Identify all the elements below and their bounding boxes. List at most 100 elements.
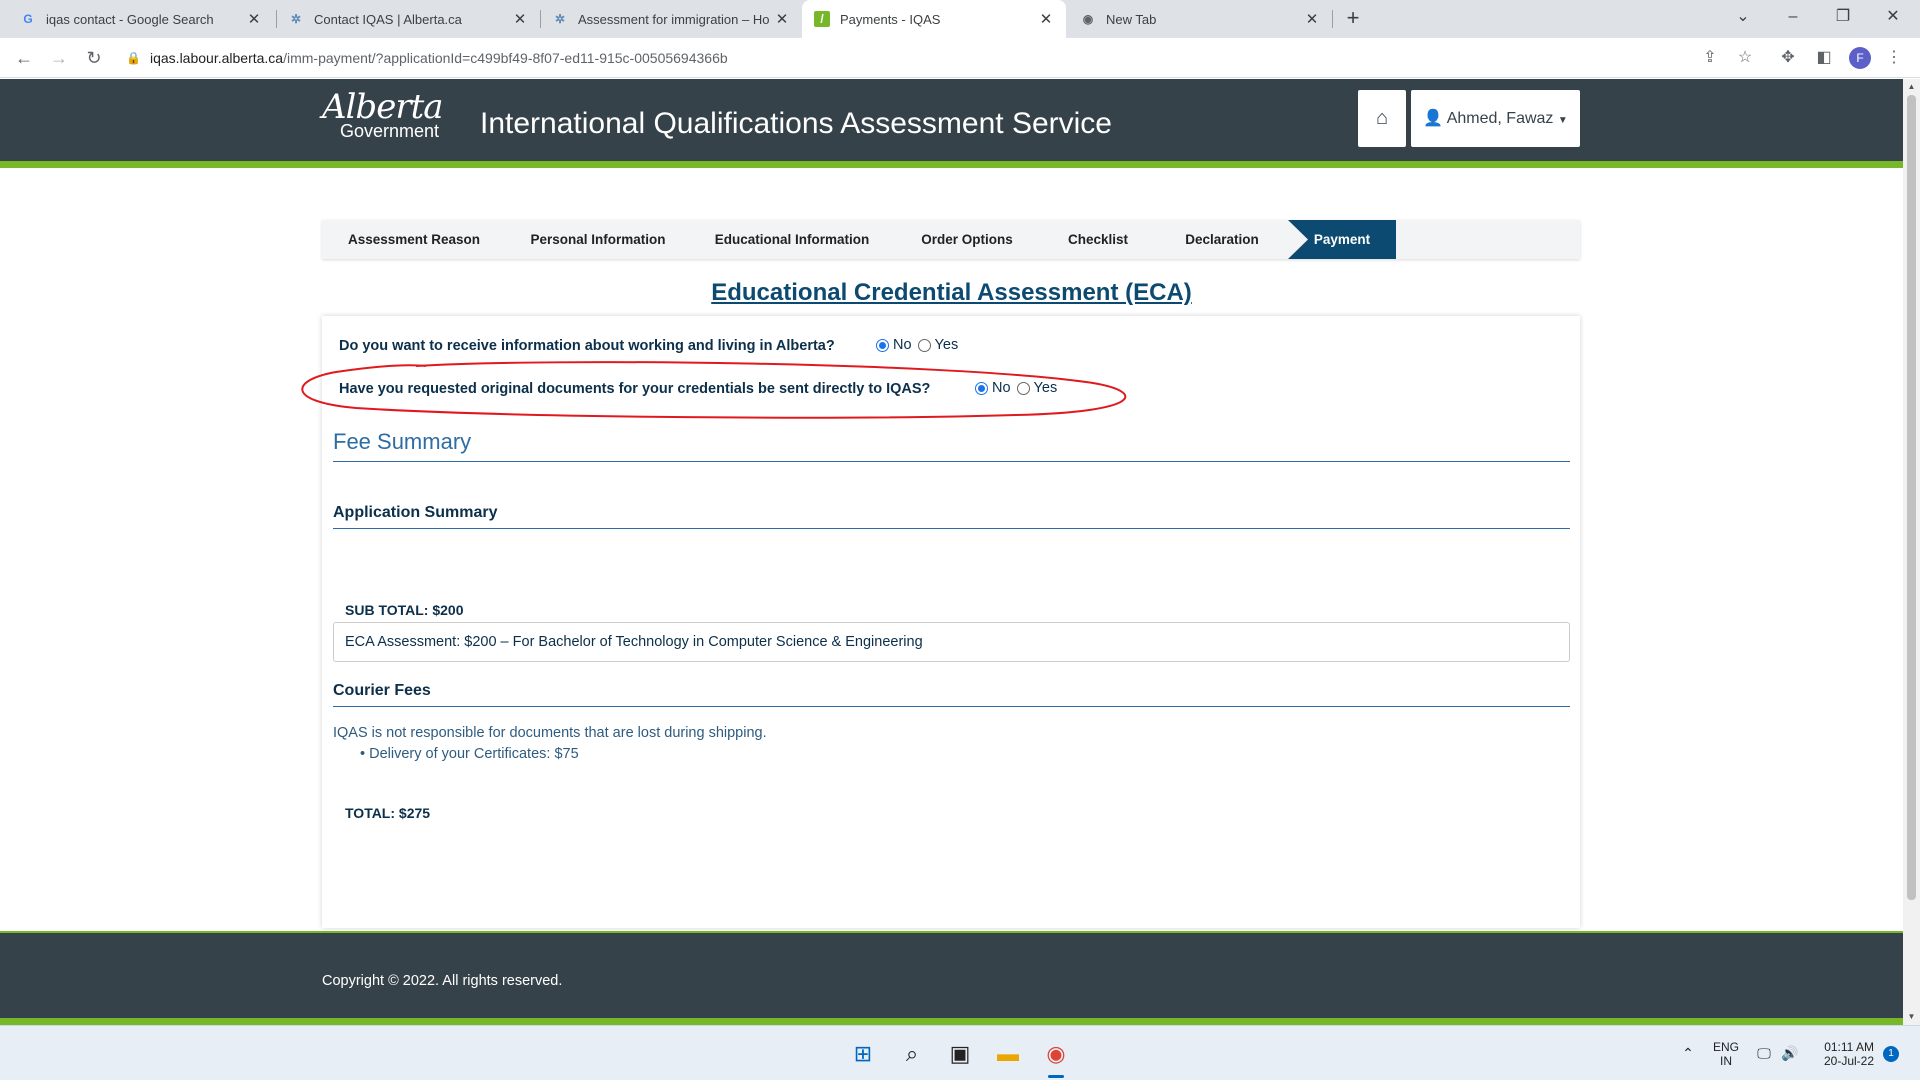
chrome-icon: ◉: [1082, 12, 1094, 26]
lock-icon: 🔒: [126, 51, 141, 65]
minimize-button[interactable]: –: [1770, 0, 1816, 34]
courier-item: • Delivery of your Certificates: $75: [360, 746, 579, 762]
tab-title: Payments - IQAS: [840, 11, 941, 27]
browser-tab-strip: G iqas contact - Google Search ✕ ✲ Conta…: [0, 0, 1920, 38]
caret-down-icon: ▼: [1557, 115, 1568, 126]
radio-group-alberta-info: No Yes: [876, 337, 964, 353]
lang-code: ENG: [1712, 1039, 1739, 1054]
tab-assessment-immigration[interactable]: ✲ Assessment for immigration – Ho ✕: [540, 0, 802, 38]
tab-contact-iqas[interactable]: ✲ Contact IQAS | Alberta.ca ✕: [276, 0, 540, 38]
home-icon: ⌂: [1375, 107, 1389, 129]
close-icon[interactable]: ✕: [1038, 10, 1054, 28]
radio-alberta-info-no[interactable]: [876, 338, 889, 352]
tab-title: New Tab: [1106, 11, 1157, 27]
alberta-icon: ✲: [290, 12, 302, 26]
step-order-options[interactable]: Order Options: [894, 220, 1040, 259]
scroll-down-icon[interactable]: ▼: [1907, 1012, 1916, 1021]
alberta-icon: ✲: [554, 12, 566, 26]
copyright: Copyright © 2022. All rights reserved.: [322, 973, 563, 989]
user-name: Ahmed, Fawaz: [1446, 110, 1554, 127]
iqas-icon: /: [814, 11, 830, 27]
application-summary-heading: Application Summary: [333, 504, 1570, 529]
site-footer: Copyright © 2022. All rights reserved.: [0, 931, 1903, 1025]
network-icon[interactable]: 🖵: [1752, 1026, 1776, 1081]
url-path: /imm-payment/?applicationId=c499bf49-8f0…: [283, 50, 728, 66]
courier-item-text: Delivery of your Certificates: $75: [369, 746, 579, 762]
url-host: iqas.labour.alberta.ca: [150, 50, 284, 66]
reload-icon[interactable]: ↻: [82, 46, 106, 70]
radio-label: Yes: [934, 337, 959, 353]
active-app-indicator: [1048, 1075, 1064, 1078]
restore-button[interactable]: ❐: [1820, 0, 1866, 34]
extensions-puzzle-icon[interactable]: ✥: [1776, 46, 1800, 70]
site-header: Alberta Government International Qualifi…: [0, 79, 1903, 168]
tab-google-search[interactable]: G iqas contact - Google Search ✕: [8, 0, 274, 38]
close-icon[interactable]: ✕: [512, 10, 528, 28]
task-view-icon[interactable]: ▣: [942, 1036, 978, 1072]
tab-payments-iqas[interactable]: / Payments - IQAS ✕: [802, 0, 1066, 38]
windows-start-icon[interactable]: ⊞: [845, 1036, 881, 1072]
tab-new-tab[interactable]: ◉ New Tab ✕: [1068, 0, 1332, 38]
tab-separator: [1332, 10, 1333, 28]
clock-time: 01:11 AM: [1824, 1039, 1874, 1054]
bookmark-star-icon[interactable]: ☆: [1733, 46, 1757, 70]
clock[interactable]: 01:11 AM 20-Jul-22: [1810, 1026, 1874, 1081]
step-declaration[interactable]: Declaration: [1156, 220, 1288, 259]
notification-badge[interactable]: 1: [1883, 1046, 1899, 1062]
new-tab-button[interactable]: +: [1340, 6, 1366, 32]
scroll-thumb[interactable]: [1907, 95, 1916, 900]
address-bar[interactable]: 🔒 iqas.labour.alberta.ca/imm-payment/?ap…: [126, 44, 1746, 72]
file-explorer-icon[interactable]: ▬: [990, 1036, 1026, 1072]
menu-kebab-icon[interactable]: ⋮: [1882, 46, 1906, 70]
logo-subtext: Government: [340, 121, 440, 141]
step-assessment-reason[interactable]: Assessment Reason: [322, 220, 506, 259]
fee-summary-heading: Fee Summary: [333, 429, 1570, 462]
site-title: International Qualifications Assessment …: [480, 107, 1112, 140]
google-icon: G: [23, 12, 33, 26]
close-icon[interactable]: ✕: [246, 10, 262, 28]
close-icon[interactable]: ✕: [774, 10, 790, 28]
volume-icon[interactable]: 🔊: [1778, 1026, 1802, 1081]
taskbar: ⊞ ⌕ ▣ ▬ ◉ ⌃ ENG IN 🖵 🔊 01:11 AM 20-Jul-2…: [0, 1025, 1920, 1080]
tab-title: Assessment for immigration – Ho: [578, 11, 770, 27]
application-summary-line: ECA Assessment: $200 – For Bachelor of T…: [333, 622, 1570, 662]
forward-arrow-icon[interactable]: →: [47, 46, 71, 70]
tab-title: iqas contact - Google Search: [46, 11, 214, 27]
share-icon[interactable]: ⇪: [1698, 46, 1722, 70]
page-scrollbar[interactable]: ▲ ▼: [1903, 79, 1920, 1025]
home-button[interactable]: ⌂: [1358, 90, 1406, 147]
tab-search-chevron-icon[interactable]: ⌄: [1720, 0, 1766, 34]
browser-toolbar: ← → ↻ 🔒 iqas.labour.alberta.ca/imm-payme…: [0, 38, 1920, 78]
clock-date: 20-Jul-22: [1823, 1053, 1874, 1068]
radio-label: No: [893, 337, 912, 353]
radio-alberta-info-yes[interactable]: [917, 338, 931, 352]
tray-chevron-up-icon[interactable]: ⌃: [1676, 1026, 1700, 1081]
search-icon[interactable]: ⌕: [894, 1036, 930, 1072]
question-alberta-info: Do you want to receive information about…: [339, 338, 835, 354]
grand-total: TOTAL: $275: [345, 805, 431, 821]
window-close-button[interactable]: ✕: [1870, 0, 1916, 34]
step-payment[interactable]: Payment: [1288, 220, 1396, 259]
sub-total: SUB TOTAL: $200: [345, 602, 464, 618]
step-checklist[interactable]: Checklist: [1040, 220, 1156, 259]
scroll-up-icon[interactable]: ▲: [1907, 82, 1916, 91]
step-educational-information[interactable]: Educational Information: [690, 220, 894, 259]
profile-avatar[interactable]: F: [1849, 47, 1871, 69]
region-code: IN: [1720, 1053, 1732, 1068]
user-menu-button[interactable]: 👤 Ahmed, Fawaz ▼: [1411, 90, 1580, 147]
courier-note: IQAS is not responsible for documents th…: [333, 725, 767, 741]
close-icon[interactable]: ✕: [1304, 10, 1320, 28]
step-personal-information[interactable]: Personal Information: [506, 220, 690, 259]
language-indicator[interactable]: ENG IN: [1708, 1026, 1744, 1081]
chrome-taskbar-icon[interactable]: ◉: [1038, 1036, 1074, 1072]
progress-steps: Assessment Reason Personal Information E…: [322, 220, 1580, 259]
page-viewport: Alberta Government International Qualifi…: [0, 79, 1903, 1025]
courier-fees-heading: Courier Fees: [333, 682, 1570, 707]
red-ellipse-annotation: [301, 361, 1127, 419]
user-icon: 👤: [1423, 110, 1444, 127]
alberta-government-logo[interactable]: Alberta Government: [322, 87, 443, 142]
side-panel-icon[interactable]: ◧: [1812, 46, 1836, 70]
page-title: Educational Credential Assessment (ECA): [711, 279, 1192, 306]
back-arrow-icon[interactable]: ←: [12, 46, 36, 70]
tab-title: Contact IQAS | Alberta.ca: [314, 11, 462, 27]
